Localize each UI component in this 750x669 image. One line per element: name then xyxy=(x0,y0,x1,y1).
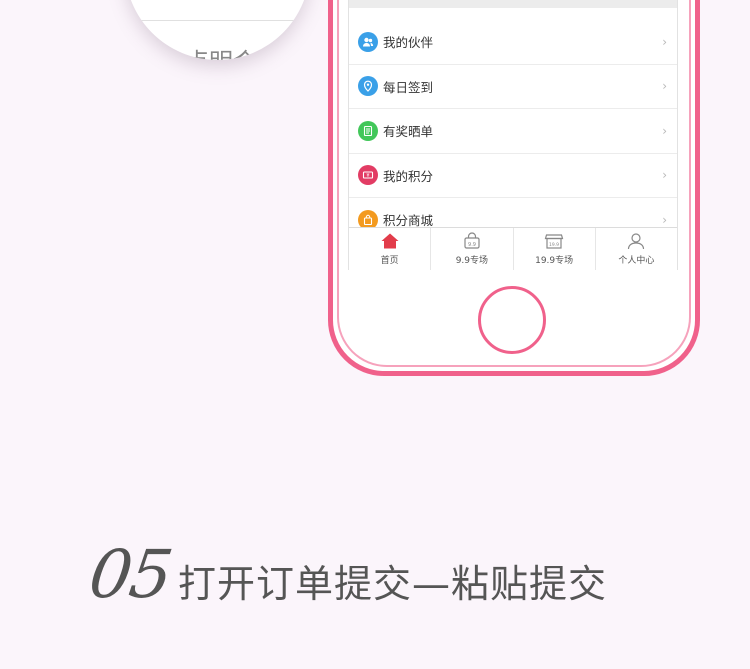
points-ticket-icon: ¥ xyxy=(358,165,378,186)
menu-item-daily-checkin[interactable]: 每日签到 › xyxy=(349,65,677,109)
document-icon xyxy=(358,120,378,141)
tab-label: 19.9专场 xyxy=(535,256,574,266)
chevron-right-icon: › xyxy=(662,79,667,94)
magnifier-divider xyxy=(125,20,310,21)
step-caption: 05 打开订单提交—粘贴提交 xyxy=(85,536,607,613)
person-icon xyxy=(626,232,646,250)
tab-9-9-special[interactable]: 9.9 9.9专场 xyxy=(431,228,514,270)
tab-label: 首页 xyxy=(380,256,399,266)
step-description: 打开订单提交—粘贴提交 xyxy=(177,562,607,606)
step-number: 05 xyxy=(84,536,176,613)
section-separator xyxy=(349,0,677,20)
chevron-right-icon: › xyxy=(662,212,667,227)
bottom-tab-bar: 首页 9.9 9.9专场 19.9 19.9专场 个人中心 xyxy=(349,227,677,270)
basket-9-9-icon: 9.9 xyxy=(462,232,482,250)
menu-item-label: 我的积分 xyxy=(383,168,434,184)
svg-text:19.9: 19.9 xyxy=(549,242,559,248)
chevron-right-icon: › xyxy=(662,168,667,183)
location-pin-icon xyxy=(358,76,378,97)
menu-item-partners[interactable]: 我的伙伴 › xyxy=(349,20,677,65)
phone-home-button[interactable] xyxy=(478,286,546,354)
tab-19-9-special[interactable]: 19.9 19.9专场 xyxy=(514,228,596,270)
menu-item-label: 有奖晒单 xyxy=(383,124,434,140)
partner-icon xyxy=(358,31,378,52)
chevron-right-icon: › xyxy=(662,34,667,49)
menu-item-my-points[interactable]: ¥ 我的积分 › xyxy=(349,154,677,198)
svg-text:9.9: 9.9 xyxy=(468,242,476,248)
tab-home[interactable]: 首页 xyxy=(349,228,432,270)
chevron-right-icon: › xyxy=(662,123,667,138)
svg-text:¥: ¥ xyxy=(366,173,369,179)
home-icon xyxy=(380,232,400,250)
magnifier-lens: 点明合 xyxy=(125,0,310,60)
menu-list: 我的伙伴 › 每日签到 › 有奖晒单 › ¥ 我的积分 › 积分商城 › xyxy=(349,20,677,243)
tab-label: 9.9专场 xyxy=(455,256,489,266)
magnifier-text: 点明合 xyxy=(185,42,257,60)
tab-label: 个人中心 xyxy=(618,256,655,266)
menu-item-label: 每日签到 xyxy=(383,79,434,95)
menu-item-share-orders[interactable]: 有奖晒单 › xyxy=(349,109,677,154)
store-19-9-icon: 19.9 xyxy=(544,232,564,250)
tab-personal-center[interactable]: 个人中心 xyxy=(596,228,677,270)
phone-screen: 我的伙伴 › 每日签到 › 有奖晒单 › ¥ 我的积分 › 积分商城 › 首页 … xyxy=(348,0,678,270)
menu-item-label: 我的伙伴 xyxy=(383,35,434,51)
